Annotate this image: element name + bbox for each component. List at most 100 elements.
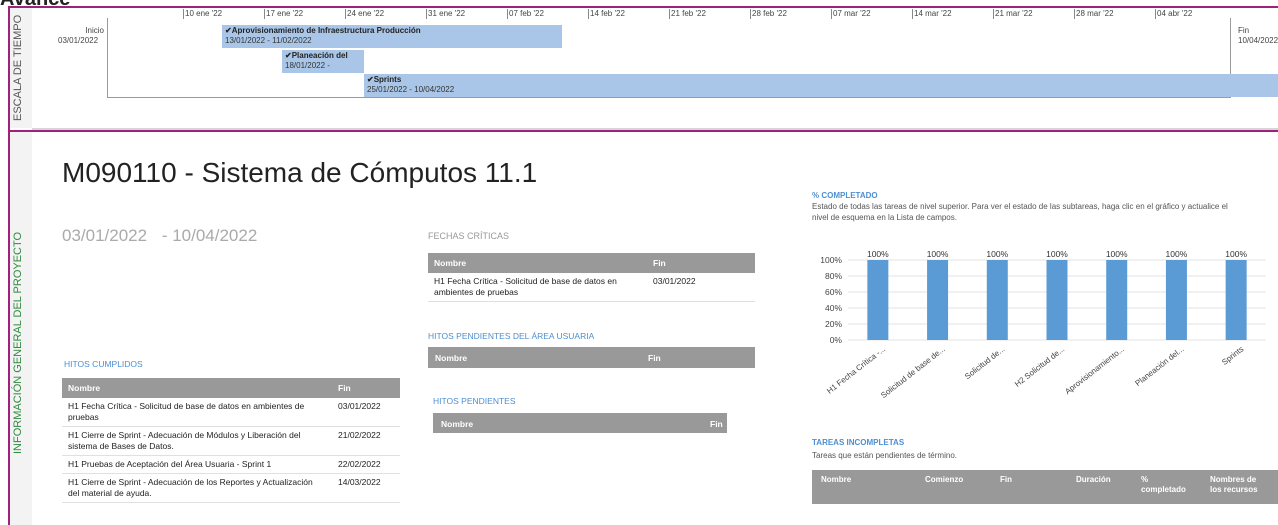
y-tick-label: 40%: [825, 303, 842, 313]
column-header-start[interactable]: Comienzo: [925, 475, 963, 484]
timeline-tick: 28 feb '22: [750, 9, 787, 19]
cell-end: 21/02/2022: [332, 426, 400, 456]
timeline-task-bar[interactable]: ✔Planeación del 18/01/2022 -: [282, 50, 364, 73]
chart-bar[interactable]: [1165, 260, 1187, 340]
project-title: M090110 - Sistema de Cómputos 11.1: [62, 157, 538, 188]
column-header-percent[interactable]: % completado: [1141, 475, 1191, 495]
x-tick-label: H1 Fecha Crítica -...: [825, 344, 887, 395]
timeline-task-name: ✔Aprovisionamiento de Infraestructura Pr…: [225, 26, 421, 35]
pending-title: HITOS PENDIENTES: [433, 396, 516, 406]
column-header-name[interactable]: Nombre: [435, 353, 467, 363]
data-label: 100%: [1046, 249, 1068, 259]
cell-end: 14/03/2022: [332, 473, 400, 503]
timeline-tick: 21 mar '22: [993, 9, 1033, 19]
percent-complete-chart[interactable]: 100% 80% 60% 40% 20% 0% 100% H1 Fecha Crítica -…: [808, 246, 1274, 436]
table-row[interactable]: H1 Fecha Crítica - Solicitud de base de …: [62, 398, 400, 427]
x-tick-label: Aprovisionamiento...: [1063, 344, 1126, 396]
column-header-name[interactable]: Nombre: [428, 253, 647, 273]
cell-name: H1 Cierre de Sprint - Adecuación de los …: [62, 473, 332, 503]
chart-bar[interactable]: [867, 260, 889, 340]
completed-table: Nombre Fin H1 Fecha Crítica - Solicitud …: [62, 378, 400, 503]
table-row[interactable]: H1 Fecha Crítica - Solicitud de base de …: [428, 273, 755, 302]
user-pending-table-header: Nombre Fin: [428, 347, 755, 368]
pending-table-header: Nombre Fin: [433, 413, 727, 433]
timeline-start-label: Inicio: [85, 26, 104, 35]
timeline-task-dates: 18/01/2022 -: [285, 61, 330, 70]
data-label: 100%: [927, 249, 949, 259]
critical-dates-table: Nombre Fin H1 Fecha Crítica - Solicitud …: [428, 253, 755, 302]
column-header-end[interactable]: Fin: [1000, 475, 1012, 484]
timeline-tick: 04 abr '22: [1155, 9, 1193, 19]
cell-end: 03/01/2022: [332, 398, 400, 427]
chart-bar[interactable]: [927, 260, 949, 340]
overview-side-label: INFORMACIÓN GENERAL DEL PROYECTO: [12, 231, 24, 455]
column-header-name[interactable]: Nombre: [441, 419, 473, 429]
incomplete-table-header: Nombre Comienzo Fin Duración % completad…: [812, 470, 1278, 504]
chart-bar[interactable]: [1106, 260, 1128, 340]
y-tick-label: 0%: [830, 335, 843, 345]
cell-name: H1 Cierre de Sprint - Adecuación de Módu…: [62, 426, 332, 456]
data-label: 100%: [1166, 249, 1188, 259]
timeline-end-label: Fin: [1238, 26, 1250, 35]
table-row[interactable]: H1 Cierre de Sprint - Adecuación de Módu…: [62, 426, 400, 456]
table-row[interactable]: H1 Cierre de Sprint - Adecuación de los …: [62, 473, 400, 503]
cell-name: H1 Fecha Crítica - Solicitud de base de …: [62, 398, 332, 427]
table-header: Nombre Fin: [62, 378, 400, 398]
y-tick-label: 60%: [825, 287, 842, 297]
project-end-date: - 10/04/2022: [161, 226, 258, 245]
project-start-date: 03/01/2022: [62, 226, 148, 245]
timeline-side-label: ESCALA DE TIEMPO: [12, 14, 24, 122]
timeline-tick: 28 mar '22: [1074, 9, 1114, 19]
timeline-start-date: 03/01/2022: [58, 36, 99, 45]
timeline-tick: 07 mar '22: [831, 9, 871, 19]
timeline-tick: 21 feb '22: [669, 9, 706, 19]
column-header-end[interactable]: Fin: [648, 353, 661, 363]
data-label: 100%: [867, 249, 889, 259]
user-pending-title: HITOS PENDIENTES DEL ÁREA USUARIA: [428, 331, 595, 341]
y-tick-label: 20%: [825, 319, 842, 329]
cell-name: H1 Pruebas de Aceptación del Área Usuari…: [62, 455, 332, 474]
chart-bar[interactable]: [1225, 260, 1247, 340]
timeline-task-bar[interactable]: ✔Aprovisionamiento de Infraestructura Pr…: [222, 25, 562, 48]
column-header-end[interactable]: Fin: [332, 378, 400, 398]
critical-dates-title: FECHAS CRÍTICAS: [428, 231, 510, 241]
data-label: 100%: [1106, 249, 1128, 259]
timeline-top-border: [8, 6, 1278, 8]
table-row[interactable]: H1 Pruebas de Aceptación del Área Usuari…: [62, 455, 400, 474]
chart-bar[interactable]: [986, 260, 1008, 340]
project-dates: 03/01/2022 - 10/04/2022: [62, 226, 257, 246]
completed-title: HITOS CUMPLIDOS: [64, 359, 143, 369]
column-header-duration[interactable]: Duración: [1076, 475, 1111, 484]
timeline-task-dates: 13/01/2022 - 11/02/2022: [225, 36, 312, 45]
timeline-tick: 07 feb '22: [507, 9, 544, 19]
overview-top-border: [8, 130, 1278, 132]
y-tick-label: 100%: [820, 255, 842, 265]
data-label: 100%: [986, 249, 1008, 259]
incomplete-title: TAREAS INCOMPLETAS: [812, 438, 905, 447]
cell-end: 03/01/2022: [647, 273, 755, 302]
timeline-task-name: ✔Sprints: [367, 75, 402, 84]
x-tick-label: Solicitud de base de...: [879, 344, 947, 400]
chart-bar[interactable]: [1046, 260, 1068, 340]
timeline-task-name: ✔Planeación del: [285, 51, 348, 60]
timeline-task-dates: 25/01/2022 - 10/04/2022: [367, 85, 455, 94]
percent-complete-description: Estado de todas las tareas de nivel supe…: [812, 202, 1228, 222]
timeline-tick: 24 ene '22: [345, 9, 385, 19]
timeline-tick: 17 ene '22: [264, 9, 304, 19]
timeline-tick: 14 feb '22: [588, 9, 625, 19]
timeline-tick: 10 ene '22: [183, 9, 223, 19]
timeline-start: Inicio: [76, 26, 104, 36]
column-header-name[interactable]: Nombre: [821, 475, 851, 484]
x-tick-label: Sprints: [1220, 344, 1245, 366]
x-tick-label: Planeación del...: [1134, 344, 1186, 388]
timeline-end-date: 10/04/2022: [1238, 36, 1278, 45]
table-header: Nombre Fin: [428, 253, 755, 273]
column-header-resources[interactable]: Nombres de los recursos: [1210, 475, 1268, 495]
timeline-task-bar[interactable]: ✔Sprints 25/01/2022 - 10/04/2022: [364, 74, 1278, 97]
percent-complete-title: % COMPLETADO: [812, 191, 878, 200]
column-header-end[interactable]: Fin: [647, 253, 755, 273]
column-header-name[interactable]: Nombre: [62, 378, 332, 398]
incomplete-subtitle: Tareas que están pendientes de término.: [812, 451, 957, 460]
column-header-end[interactable]: Fin: [710, 419, 723, 429]
timeline-tick: 31 ene '22: [426, 9, 466, 19]
